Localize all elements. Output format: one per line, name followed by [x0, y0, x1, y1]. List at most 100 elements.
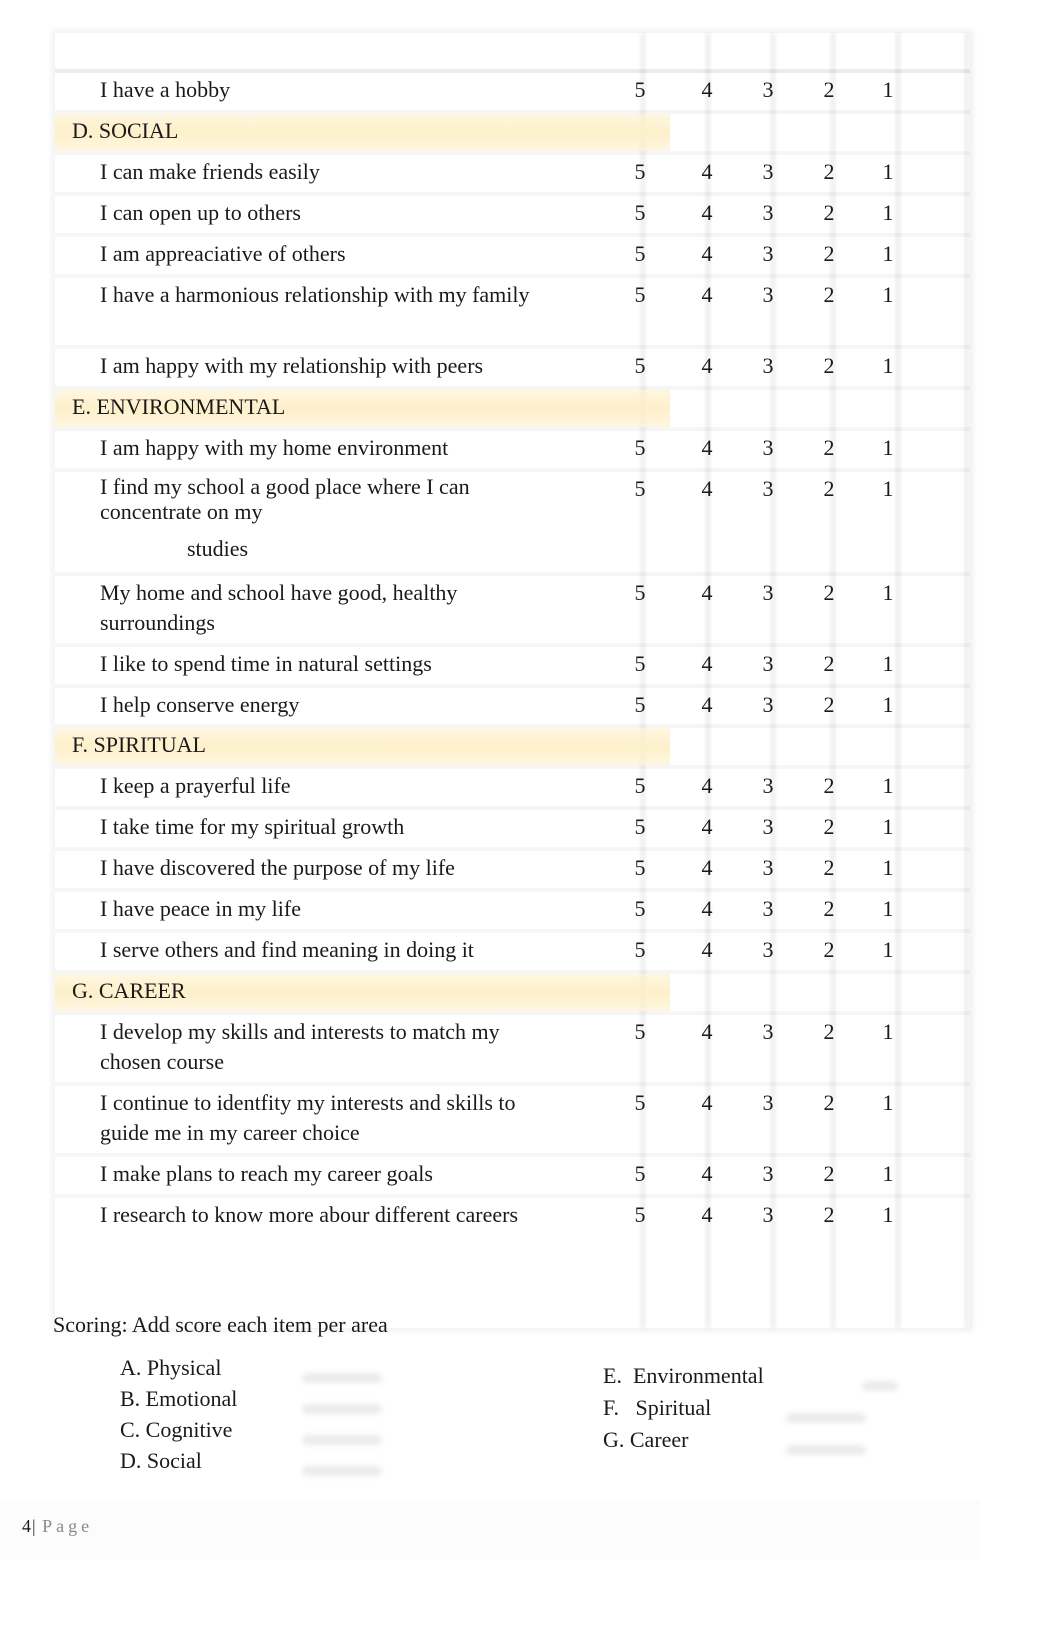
score-option-3[interactable]: 3 — [753, 433, 783, 463]
score-option-5[interactable]: 5 — [625, 935, 655, 965]
score-option-4[interactable]: 4 — [692, 198, 722, 228]
score-blank-field[interactable] — [786, 1445, 866, 1455]
score-option-1[interactable]: 1 — [873, 690, 903, 720]
score-blank-field[interactable] — [302, 1435, 382, 1445]
score-option-5[interactable]: 5 — [625, 157, 655, 187]
score-option-3[interactable]: 3 — [753, 1159, 783, 1189]
score-option-3[interactable]: 3 — [753, 1088, 783, 1118]
score-option-1[interactable]: 1 — [873, 280, 903, 310]
score-option-4[interactable]: 4 — [692, 1088, 722, 1118]
score-option-5[interactable]: 5 — [625, 351, 655, 381]
score-option-2[interactable]: 2 — [814, 1017, 844, 1047]
score-option-2[interactable]: 2 — [814, 1088, 844, 1118]
score-option-5[interactable]: 5 — [625, 690, 655, 720]
score-option-1[interactable]: 1 — [873, 1088, 903, 1118]
score-option-3[interactable]: 3 — [753, 812, 783, 842]
score-option-4[interactable]: 4 — [692, 157, 722, 187]
score-option-4[interactable]: 4 — [692, 649, 722, 679]
score-option-1[interactable]: 1 — [873, 198, 903, 228]
score-option-1[interactable]: 1 — [873, 578, 903, 608]
score-option-3[interactable]: 3 — [753, 474, 783, 504]
score-option-4[interactable]: 4 — [692, 894, 722, 924]
score-option-2[interactable]: 2 — [814, 578, 844, 608]
score-option-3[interactable]: 3 — [753, 894, 783, 924]
score-option-4[interactable]: 4 — [692, 578, 722, 608]
score-option-2[interactable]: 2 — [814, 1200, 844, 1230]
score-option-1[interactable]: 1 — [873, 351, 903, 381]
score-option-2[interactable]: 2 — [814, 474, 844, 504]
score-option-3[interactable]: 3 — [753, 280, 783, 310]
score-option-3[interactable]: 3 — [753, 198, 783, 228]
score-option-2[interactable]: 2 — [814, 649, 844, 679]
score-option-1[interactable]: 1 — [873, 75, 903, 105]
score-option-3[interactable]: 3 — [753, 690, 783, 720]
score-option-4[interactable]: 4 — [692, 280, 722, 310]
score-option-4[interactable]: 4 — [692, 1200, 722, 1230]
score-option-3[interactable]: 3 — [753, 1200, 783, 1230]
score-option-3[interactable]: 3 — [753, 649, 783, 679]
score-option-2[interactable]: 2 — [814, 280, 844, 310]
score-option-3[interactable]: 3 — [753, 239, 783, 269]
score-option-3[interactable]: 3 — [753, 157, 783, 187]
score-option-4[interactable]: 4 — [692, 812, 722, 842]
score-option-5[interactable]: 5 — [625, 771, 655, 801]
score-option-5[interactable]: 5 — [625, 239, 655, 269]
score-option-3[interactable]: 3 — [753, 935, 783, 965]
score-option-5[interactable]: 5 — [625, 1017, 655, 1047]
score-option-5[interactable]: 5 — [625, 433, 655, 463]
score-option-2[interactable]: 2 — [814, 1159, 844, 1189]
score-option-5[interactable]: 5 — [625, 1159, 655, 1189]
score-option-1[interactable]: 1 — [873, 812, 903, 842]
score-option-3[interactable]: 3 — [753, 853, 783, 883]
score-option-5[interactable]: 5 — [625, 1200, 655, 1230]
score-blank-field[interactable] — [862, 1381, 898, 1391]
score-option-5[interactable]: 5 — [625, 474, 655, 504]
score-option-3[interactable]: 3 — [753, 75, 783, 105]
score-option-3[interactable]: 3 — [753, 578, 783, 608]
score-option-1[interactable]: 1 — [873, 433, 903, 463]
score-option-2[interactable]: 2 — [814, 198, 844, 228]
score-blank-field[interactable] — [302, 1373, 382, 1383]
score-option-5[interactable]: 5 — [625, 853, 655, 883]
score-option-3[interactable]: 3 — [753, 351, 783, 381]
score-option-2[interactable]: 2 — [814, 239, 844, 269]
score-option-1[interactable]: 1 — [873, 1159, 903, 1189]
score-option-1[interactable]: 1 — [873, 1200, 903, 1230]
score-option-4[interactable]: 4 — [692, 239, 722, 269]
score-blank-field[interactable] — [786, 1413, 866, 1423]
score-option-1[interactable]: 1 — [873, 894, 903, 924]
score-option-1[interactable]: 1 — [873, 1017, 903, 1047]
score-option-4[interactable]: 4 — [692, 771, 722, 801]
score-option-4[interactable]: 4 — [692, 474, 722, 504]
score-option-1[interactable]: 1 — [873, 474, 903, 504]
score-option-4[interactable]: 4 — [692, 433, 722, 463]
score-option-2[interactable]: 2 — [814, 853, 844, 883]
score-option-3[interactable]: 3 — [753, 771, 783, 801]
score-option-1[interactable]: 1 — [873, 771, 903, 801]
score-option-3[interactable]: 3 — [753, 1017, 783, 1047]
score-blank-field[interactable] — [302, 1466, 382, 1476]
score-option-2[interactable]: 2 — [814, 157, 844, 187]
score-option-4[interactable]: 4 — [692, 351, 722, 381]
score-option-5[interactable]: 5 — [625, 812, 655, 842]
score-option-4[interactable]: 4 — [692, 690, 722, 720]
score-option-5[interactable]: 5 — [625, 649, 655, 679]
score-option-2[interactable]: 2 — [814, 75, 844, 105]
score-option-2[interactable]: 2 — [814, 433, 844, 463]
score-option-1[interactable]: 1 — [873, 157, 903, 187]
score-option-2[interactable]: 2 — [814, 812, 844, 842]
score-option-4[interactable]: 4 — [692, 935, 722, 965]
score-option-1[interactable]: 1 — [873, 239, 903, 269]
score-option-1[interactable]: 1 — [873, 853, 903, 883]
score-option-4[interactable]: 4 — [692, 1159, 722, 1189]
score-option-5[interactable]: 5 — [625, 1088, 655, 1118]
score-option-5[interactable]: 5 — [625, 280, 655, 310]
score-option-5[interactable]: 5 — [625, 198, 655, 228]
score-option-5[interactable]: 5 — [625, 894, 655, 924]
score-option-5[interactable]: 5 — [625, 578, 655, 608]
score-option-1[interactable]: 1 — [873, 649, 903, 679]
score-option-4[interactable]: 4 — [692, 1017, 722, 1047]
score-option-2[interactable]: 2 — [814, 690, 844, 720]
score-option-2[interactable]: 2 — [814, 771, 844, 801]
score-option-1[interactable]: 1 — [873, 935, 903, 965]
